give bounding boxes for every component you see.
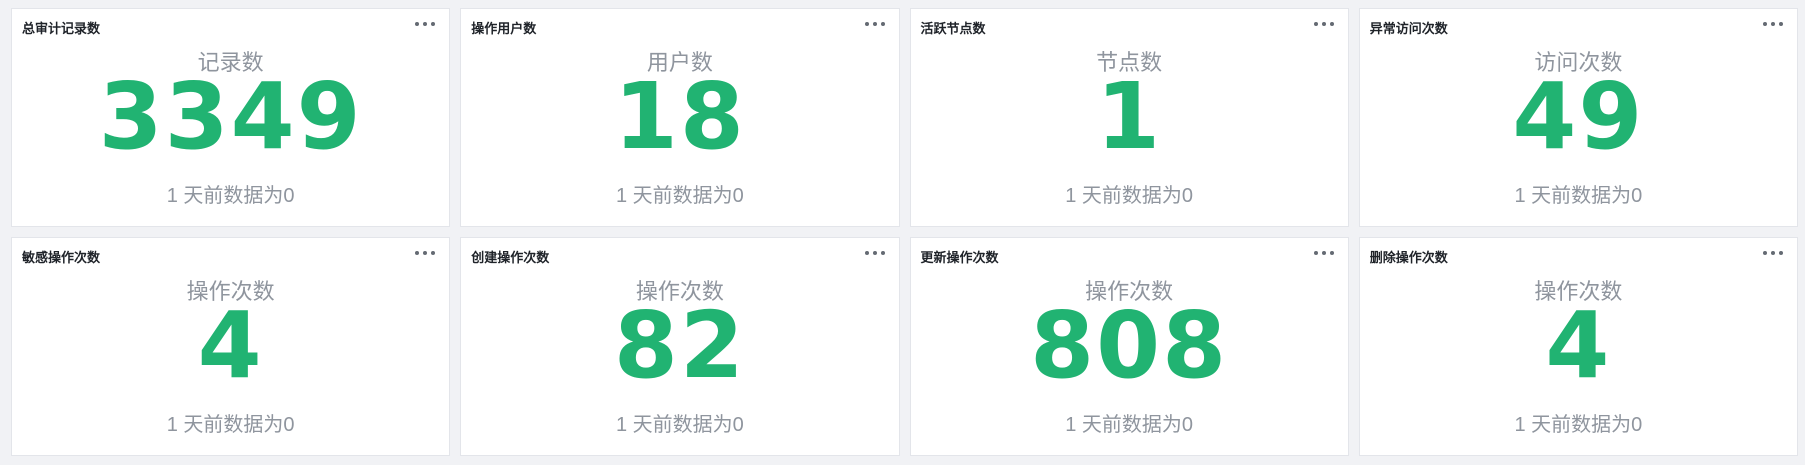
- card-title: 创建操作次数: [471, 250, 550, 265]
- metric-comparison: 1 天前数据为0: [1065, 414, 1194, 436]
- metric-comparison: 1 天前数据为0: [615, 185, 744, 207]
- metric-comparison: 1 天前数据为0: [1065, 185, 1194, 207]
- metric-comparison: 1 天前数据为0: [1514, 185, 1643, 207]
- more-options-icon[interactable]: [415, 246, 436, 260]
- more-options-icon[interactable]: [1313, 17, 1334, 31]
- metric-comparison: 1 天前数据为0: [1514, 414, 1643, 436]
- metric-comparison: 1 天前数据为0: [166, 414, 295, 436]
- card-title: 操作用户数: [471, 21, 537, 36]
- metric-value: 82: [613, 292, 746, 399]
- metric-value: 4: [1545, 292, 1612, 399]
- card-title: 总审计记录数: [22, 21, 101, 36]
- metric-value: 18: [613, 63, 746, 170]
- metric-card-create-operations: 创建操作次数 操作次数 82 1 天前数据为0: [460, 237, 900, 456]
- metric-card-operating-users: 操作用户数 用户数 18 1 天前数据为0: [460, 8, 900, 227]
- metric-card-update-operations: 更新操作次数 操作次数 808 1 天前数据为0: [909, 237, 1349, 456]
- metric-card-delete-operations: 删除操作次数 操作次数 4 1 天前数据为0: [1358, 237, 1798, 456]
- more-options-icon[interactable]: [864, 246, 885, 260]
- more-options-icon[interactable]: [1763, 17, 1783, 31]
- card-title: 敏感操作次数: [22, 250, 101, 265]
- more-options-icon[interactable]: [1313, 246, 1334, 260]
- metric-value: 49: [1512, 63, 1645, 170]
- card-title: 删除操作次数: [1369, 250, 1448, 265]
- dashboard-grid: 总审计记录数 记录数 3349 1 天前数据为0 操作用户数 用户数 18 1 …: [11, 8, 1798, 456]
- more-options-icon[interactable]: [1763, 246, 1783, 260]
- card-title: 活跃节点数: [920, 21, 986, 36]
- metric-card-sensitive-operations: 敏感操作次数 操作次数 4 1 天前数据为0: [11, 237, 451, 456]
- more-options-icon[interactable]: [415, 17, 436, 31]
- metric-value: 808: [1030, 292, 1229, 399]
- metric-card-total-audit-records: 总审计记录数 记录数 3349 1 天前数据为0: [11, 8, 451, 227]
- metric-card-active-nodes: 活跃节点数 节点数 1 1 天前数据为0: [909, 8, 1349, 227]
- metric-value: 4: [197, 292, 264, 399]
- card-title: 更新操作次数: [920, 250, 999, 265]
- metric-value: 3349: [98, 63, 363, 170]
- metric-comparison: 1 天前数据为0: [615, 414, 744, 436]
- metric-card-abnormal-access: 异常访问次数 访问次数 49 1 天前数据为0: [1358, 8, 1798, 227]
- card-title: 异常访问次数: [1369, 21, 1448, 36]
- more-options-icon[interactable]: [864, 17, 885, 31]
- metric-value: 1: [1096, 63, 1163, 170]
- metric-comparison: 1 天前数据为0: [166, 185, 295, 207]
